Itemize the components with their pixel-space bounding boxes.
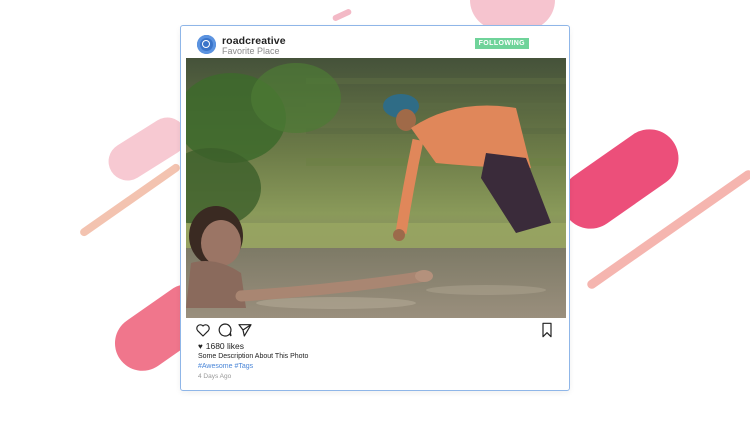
heart-small-icon: ♥ bbox=[198, 342, 203, 351]
post-timestamp: 4 Days Ago bbox=[198, 373, 232, 380]
post-location[interactable]: Favorite Place bbox=[222, 46, 280, 56]
post-tags[interactable]: #Awesome #Tags bbox=[198, 363, 253, 370]
post-description: Some Description About This Photo bbox=[198, 353, 309, 360]
post-photo[interactable] bbox=[186, 58, 566, 318]
avatar[interactable] bbox=[197, 35, 216, 54]
bookmark-icon[interactable] bbox=[541, 322, 553, 338]
heart-icon[interactable] bbox=[195, 322, 211, 338]
post-header: roadcreative Favorite Place FOLLOWING bbox=[181, 26, 569, 58]
decorative-stripe bbox=[331, 8, 353, 22]
photo-illustration bbox=[186, 58, 566, 318]
likes-text: 1680 likes bbox=[205, 341, 245, 351]
post-card: roadcreative Favorite Place FOLLOWING ♥ … bbox=[180, 25, 570, 391]
likes-count[interactable]: ♥ 1680 likes bbox=[198, 341, 244, 351]
post-actions bbox=[181, 320, 569, 340]
following-button[interactable]: FOLLOWING bbox=[474, 38, 529, 49]
comment-icon[interactable] bbox=[217, 322, 233, 338]
decorative-stripe bbox=[550, 117, 690, 241]
send-icon[interactable] bbox=[237, 322, 253, 338]
